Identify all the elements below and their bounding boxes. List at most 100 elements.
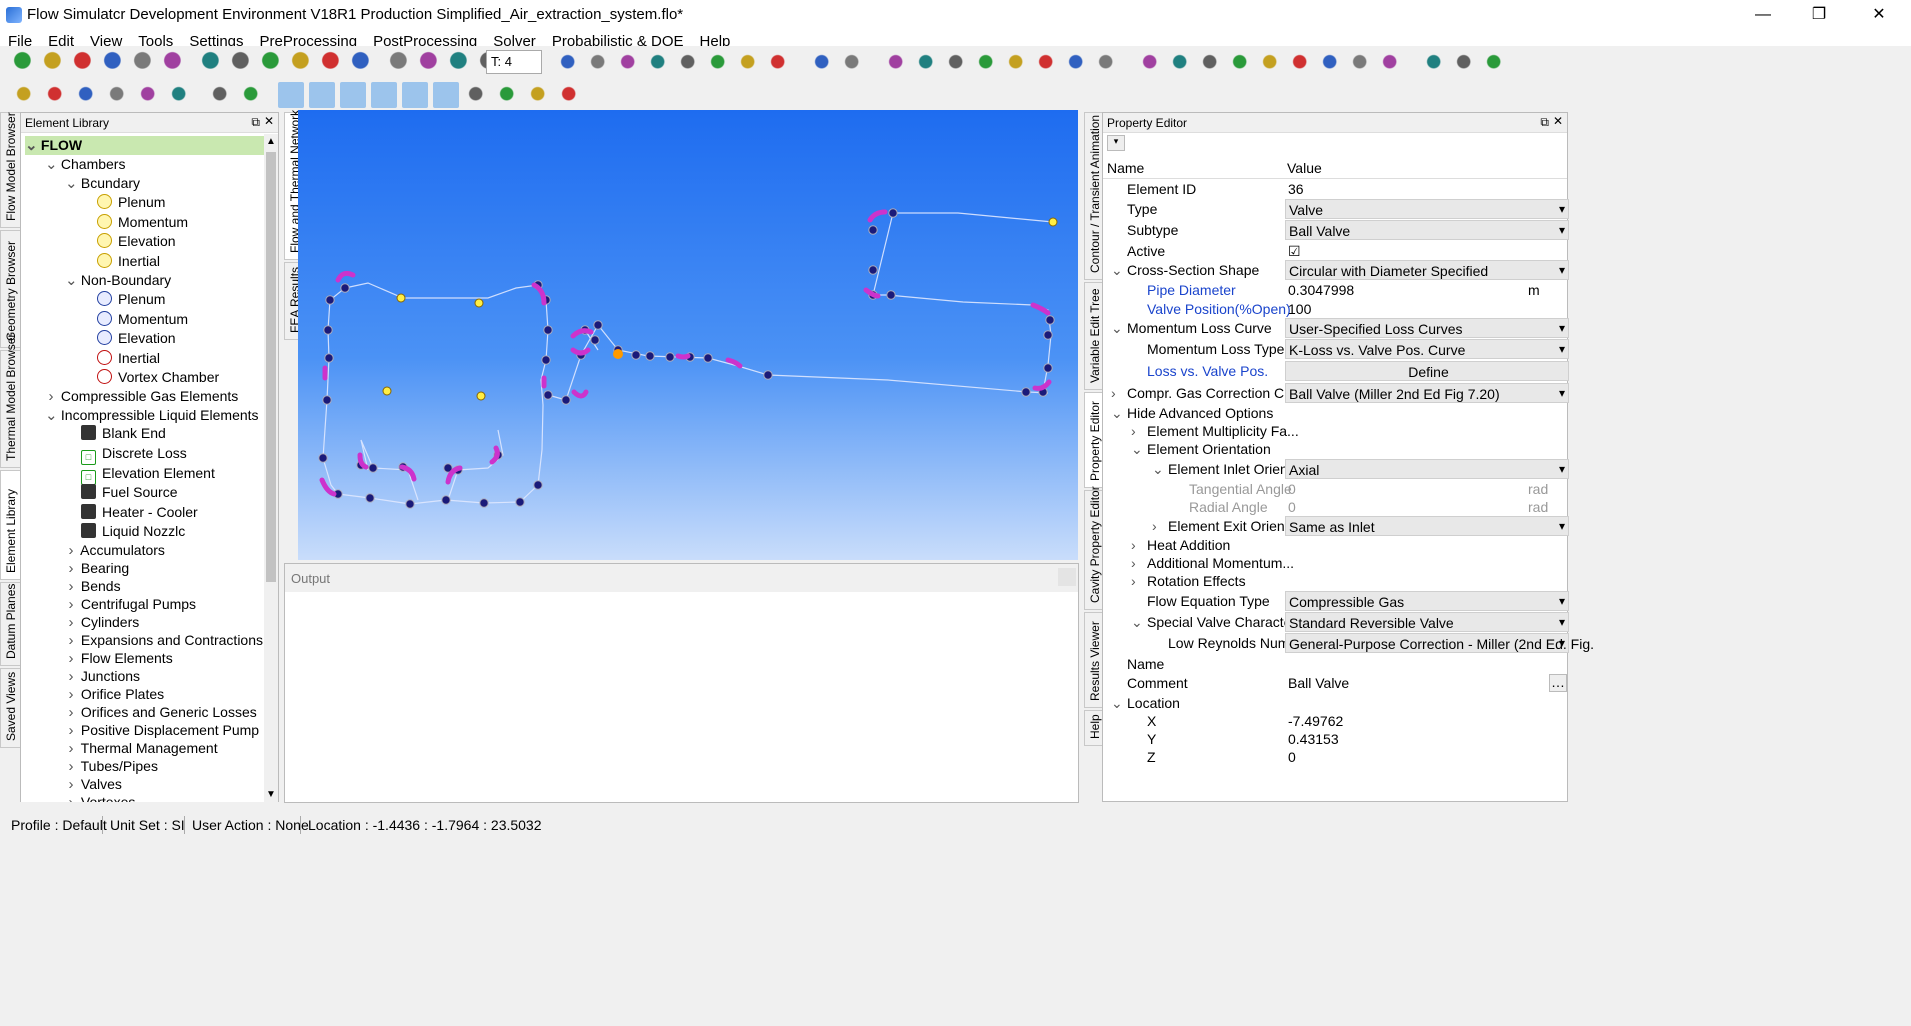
property-dropdown[interactable]: Axial: [1285, 459, 1569, 479]
property-row[interactable]: › Element Exit Orient... Same as Inlet: [1103, 516, 1569, 536]
property-row[interactable]: Element ID 36: [1103, 179, 1569, 199]
property-row[interactable]: Z0: [1103, 747, 1569, 767]
collapse-chevron-icon[interactable]: ›: [65, 739, 77, 758]
collapse-chevron-icon[interactable]: ›: [65, 577, 77, 596]
collapse-chevron-icon[interactable]: ›: [65, 541, 77, 560]
network-node[interactable]: [368, 463, 378, 473]
tool-5-icon[interactable]: [676, 50, 702, 76]
library-tree-item[interactable]: › Junctions: [65, 667, 141, 686]
network-node[interactable]: [324, 353, 334, 363]
minimize-icon[interactable]: —: [1740, 0, 1786, 30]
library-tree-item[interactable]: Inertial: [97, 252, 160, 271]
property-value[interactable]: Ball Valve: [1285, 673, 1569, 693]
network-node[interactable]: [1043, 330, 1053, 340]
network-node[interactable]: [365, 493, 375, 503]
property-row[interactable]: Loss vs. Valve Pos. Define: [1103, 361, 1569, 381]
library-tree-item[interactable]: › Positive Displacement Pump: [65, 721, 260, 740]
library-tree-item[interactable]: › Orifice Plates: [65, 685, 165, 704]
expand-chevron-icon[interactable]: ⌄: [1111, 403, 1123, 423]
network-node[interactable]: [479, 498, 489, 508]
library-tree-item[interactable]: › Vortexes: [65, 793, 136, 802]
property-value[interactable]: [1285, 535, 1569, 555]
view-tool-14-icon[interactable]: [433, 82, 459, 108]
network-node[interactable]: [561, 395, 571, 405]
tool-9-icon[interactable]: [810, 50, 836, 76]
property-value[interactable]: -7.49762: [1285, 711, 1569, 731]
zoom-in-icon[interactable]: [290, 50, 316, 76]
network-node[interactable]: [441, 495, 451, 505]
network-node[interactable]: [541, 355, 551, 365]
view-tool-5-icon[interactable]: [136, 82, 162, 108]
property-row[interactable]: ⌄ Hide Advanced Options: [1103, 403, 1569, 423]
tool-14-icon[interactable]: [974, 50, 1000, 76]
collapse-chevron-icon[interactable]: ›: [1131, 535, 1136, 555]
collapse-chevron-icon[interactable]: ›: [65, 775, 77, 794]
view-tool-8-icon[interactable]: [239, 82, 265, 108]
import-icon[interactable]: [102, 50, 128, 76]
property-value[interactable]: 0.43153: [1285, 729, 1569, 749]
view-tool-18-icon[interactable]: [557, 82, 583, 108]
property-row[interactable]: Flow Equation Type Compressible Gas: [1103, 591, 1569, 611]
collapse-all-icon[interactable]: ▾: [1107, 135, 1125, 151]
tool-25-icon[interactable]: [1318, 50, 1344, 76]
collapse-chevron-icon[interactable]: ›: [65, 667, 77, 686]
close-panel-icon[interactable]: ✕: [1553, 114, 1563, 128]
tool-10-icon[interactable]: [840, 50, 866, 76]
network-node[interactable]: [318, 453, 328, 463]
expand-chevron-icon[interactable]: ⌄: [1131, 439, 1143, 459]
tool-24-icon[interactable]: [1288, 50, 1314, 76]
tool-16-icon[interactable]: [1034, 50, 1060, 76]
network-node[interactable]: [533, 480, 543, 490]
close-panel-icon[interactable]: ✕: [264, 114, 274, 128]
network-node[interactable]: [645, 351, 655, 361]
library-tree-item[interactable]: › Compressible Gas Elements: [45, 387, 239, 406]
tool-19-icon[interactable]: [1138, 50, 1164, 76]
property-dropdown[interactable]: K-Loss vs. Valve Pos. Curve: [1285, 339, 1569, 359]
library-tree-item[interactable]: › Valves: [65, 775, 122, 794]
property-row[interactable]: ⌄ Cross-Section Shape Circular with Diamet…: [1103, 260, 1569, 280]
pan-icon[interactable]: [388, 50, 414, 76]
collapse-chevron-icon[interactable]: ›: [65, 559, 77, 578]
view-tool-12-icon[interactable]: [371, 82, 397, 108]
network-node[interactable]: [888, 208, 898, 218]
library-tree-item[interactable]: › Bends: [65, 577, 121, 596]
tab-saved-views[interactable]: Saved Views: [0, 668, 22, 748]
property-row[interactable]: ⌄ Special Valve Characte... Standard Rever…: [1103, 612, 1569, 632]
library-tree-item[interactable]: ⌄ Bcundary: [65, 174, 140, 193]
library-tree-item[interactable]: Momentum: [97, 213, 188, 232]
property-row[interactable]: › Rotation Effects: [1103, 571, 1569, 591]
property-row[interactable]: Subtype Ball Valve: [1103, 220, 1569, 240]
view-tool-11-icon[interactable]: [340, 82, 366, 108]
close-icon[interactable]: ✕: [1856, 0, 1902, 30]
restore-icon[interactable]: ❐: [1796, 0, 1842, 30]
property-row[interactable]: Y 0.43153: [1103, 729, 1569, 749]
library-tree-item[interactable]: Vortex Chamber: [97, 368, 219, 387]
tab-element-library[interactable]: Element Library: [0, 470, 22, 580]
property-row[interactable]: Low Reynolds Num... General-Purpose Corre…: [1103, 633, 1594, 653]
network-node[interactable]: [543, 325, 553, 335]
network-node[interactable]: [1043, 363, 1053, 373]
property-value[interactable]: [1285, 553, 1569, 573]
view-tool-6-icon[interactable]: [167, 82, 193, 108]
tool-8-icon[interactable]: [766, 50, 792, 76]
expand-chevron-icon[interactable]: ⌄: [45, 155, 58, 174]
library-tree-item[interactable]: › Thermal Management: [65, 739, 218, 758]
library-tree-item[interactable]: ⌄ Chambers: [45, 155, 125, 174]
library-scrollbar[interactable]: ▲ ▼: [264, 134, 278, 802]
tool-12-icon[interactable]: [914, 50, 940, 76]
property-dropdown[interactable]: Ball Valve (Miller 2nd Ed Fig 7.20): [1285, 383, 1569, 403]
property-value[interactable]: 100: [1285, 299, 1569, 319]
network-node[interactable]: [868, 265, 878, 275]
collapse-chevron-icon[interactable]: ›: [65, 649, 77, 668]
view-tool-7-icon[interactable]: [208, 82, 234, 108]
property-value[interactable]: 0: [1285, 497, 1569, 517]
tool-2-icon[interactable]: [586, 50, 612, 76]
property-value[interactable]: [1285, 654, 1569, 674]
tool-11-icon[interactable]: [884, 50, 910, 76]
selected-valve[interactable]: [613, 349, 623, 359]
property-row[interactable]: ⌄ Location: [1103, 693, 1569, 713]
property-row[interactable]: Pipe Diameter 0.3047998 m: [1103, 280, 1569, 300]
expand-chevron-icon[interactable]: ⌄: [25, 136, 38, 155]
tab-thermal-model-browser[interactable]: Thermal Model Browser: [0, 334, 22, 468]
network-node[interactable]: [340, 283, 350, 293]
